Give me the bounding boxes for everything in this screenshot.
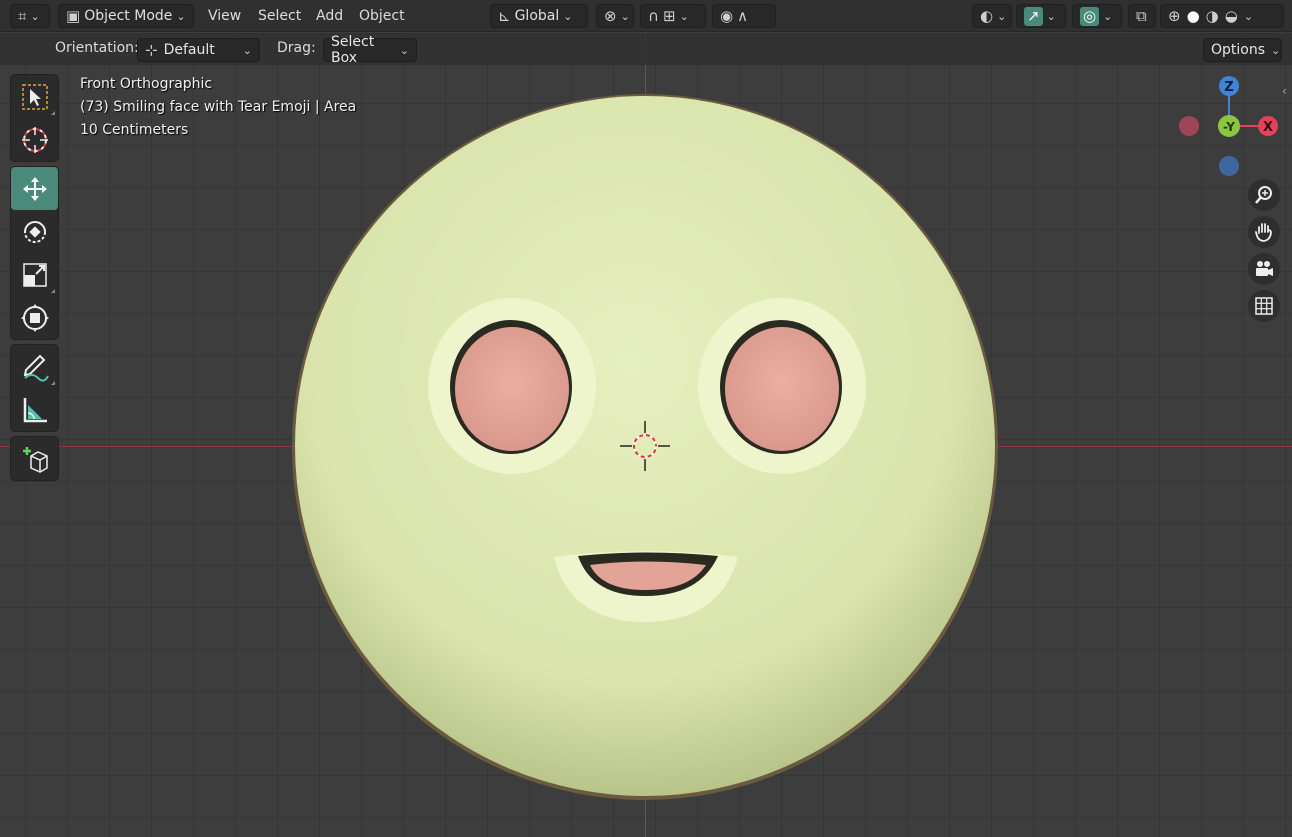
snap-toggle[interactable]: ∩ ⊞ ⌄ xyxy=(640,4,706,28)
measure-ruler-icon xyxy=(23,397,47,422)
measure-tool[interactable] xyxy=(11,388,58,431)
sidebar-toggle-icon[interactable]: ‹ xyxy=(1282,84,1287,98)
cursor-icon xyxy=(21,126,48,153)
drag-dropdown[interactable]: Select Box ⌄ xyxy=(323,34,417,66)
3d-viewport[interactable] xyxy=(0,0,1292,837)
gizmo-z-label: Z xyxy=(1224,80,1233,95)
chevron-down-icon: ⌄ xyxy=(563,9,573,23)
overlays-toggle[interactable]: ◎ ⌄ xyxy=(1072,4,1122,28)
menu-object[interactable]: Object xyxy=(355,4,409,28)
overlays-icon: ◎ xyxy=(1080,6,1100,26)
chevron-down-icon: ⌄ xyxy=(176,9,186,23)
options-label: Options xyxy=(1211,42,1266,58)
menu-select[interactable]: Select xyxy=(254,4,305,28)
toolbar-group-add xyxy=(10,436,59,481)
perspective-toggle-button[interactable] xyxy=(1248,290,1280,322)
wireframe-shading-icon[interactable]: ⊕ xyxy=(1168,8,1181,24)
axes-editor-icon: ⌗ xyxy=(18,6,27,25)
zoom-icon xyxy=(1255,186,1272,204)
object-info: (73) Smiling face with Tear Emoji | Area xyxy=(80,99,357,115)
orientation-gizmo-icon: ⊹ xyxy=(145,40,158,59)
transform-orientation-dropdown[interactable]: ⊾ Global ⌄ xyxy=(490,4,588,28)
link-icon: ⊗ xyxy=(604,6,617,25)
camera-view-button[interactable] xyxy=(1248,253,1280,285)
orientation-field-label: Orientation: xyxy=(55,40,139,56)
add-cube-tool[interactable] xyxy=(11,437,58,480)
annotate-pencil-icon xyxy=(23,354,49,382)
solid-shading-icon[interactable]: ● xyxy=(1187,8,1200,24)
rendered-shading-icon[interactable]: ◒ xyxy=(1225,8,1238,24)
chevron-down-icon[interactable]: ⌄ xyxy=(1244,10,1253,23)
mode-dropdown[interactable]: ▣ Object Mode ⌄ xyxy=(58,4,194,28)
object-mode-icon: ▣ xyxy=(66,6,81,25)
snap-increment-icon: ⊞ xyxy=(662,6,676,25)
toolbar-group-annotate xyxy=(10,344,59,432)
falloff-curve-icon: ∧ xyxy=(737,6,749,25)
drag-field-label: Drag: xyxy=(277,40,316,56)
scale-tool[interactable] xyxy=(11,253,58,296)
scale-icon xyxy=(22,262,47,287)
orientation-label: Global xyxy=(514,8,560,24)
orientation-value: Default xyxy=(163,42,215,58)
chevron-down-icon: ⌄ xyxy=(30,9,40,23)
proportional-edit-icon: ◉ xyxy=(720,6,734,25)
hand-icon xyxy=(1255,223,1272,242)
orientation-axes-icon: ⊾ xyxy=(498,6,511,25)
chevron-down-icon: ⌄ xyxy=(620,9,630,23)
gizmo-x-label: X xyxy=(1263,120,1273,135)
shading-mode-group: ⊕ ● ◑ ◒ ⌄ xyxy=(1160,4,1284,28)
navigation-gizmo[interactable]: Z X -Y xyxy=(1170,70,1285,185)
emoji-model[interactable] xyxy=(0,0,1292,837)
xray-toggle[interactable]: ⧉ xyxy=(1128,4,1156,28)
chevron-down-icon: ⌄ xyxy=(1046,9,1056,23)
menu-add[interactable]: Add xyxy=(312,4,347,28)
eye-icon: ◐ xyxy=(980,6,994,25)
chevron-down-icon: ⌄ xyxy=(1103,9,1113,23)
menu-view[interactable]: View xyxy=(204,4,245,28)
gizmo-neg-z-axis xyxy=(1219,156,1239,176)
transform-icon xyxy=(20,303,49,332)
editor-type-dropdown[interactable]: ⌗ ⌄ xyxy=(10,4,50,28)
move-tool[interactable] xyxy=(11,167,58,210)
orientation-dropdown[interactable]: ⊹ Default ⌄ xyxy=(137,38,260,62)
gizmo-icon: ↗ xyxy=(1024,6,1043,26)
drag-value: Select Box xyxy=(331,34,375,66)
gizmo-toggle[interactable]: ↗ ⌄ xyxy=(1016,4,1066,28)
magnet-icon: ∩ xyxy=(648,6,659,25)
left-eye xyxy=(455,327,569,451)
rotate-tool[interactable] xyxy=(11,210,58,253)
camera-icon xyxy=(1256,261,1273,276)
chevron-down-icon: ⌄ xyxy=(399,43,409,57)
pivot-point-dropdown[interactable]: ⊗ ⌄ xyxy=(596,4,634,28)
material-shading-icon[interactable]: ◑ xyxy=(1206,8,1219,24)
grid-icon xyxy=(1255,297,1273,315)
grid-scale: 10 Centimeters xyxy=(80,122,189,138)
gizmo-y-label: -Y xyxy=(1223,120,1235,134)
select-box-icon xyxy=(21,83,48,110)
zoom-button[interactable] xyxy=(1248,179,1280,211)
chevron-down-icon: ⌄ xyxy=(1271,43,1281,57)
mode-label: Object Mode xyxy=(84,8,173,24)
toolbar-group-select xyxy=(10,74,59,162)
transform-tool[interactable] xyxy=(11,296,58,339)
pan-button[interactable] xyxy=(1248,216,1280,248)
rotate-icon xyxy=(23,220,46,243)
gizmo-neg-x-axis xyxy=(1179,116,1199,136)
chevron-down-icon: ⌄ xyxy=(679,9,689,23)
cursor-tool[interactable] xyxy=(11,118,58,161)
chevron-down-icon: ⌄ xyxy=(997,9,1007,23)
viewport-header: ⌗ ⌄ ▣ Object Mode ⌄ View Select Add Objec… xyxy=(0,0,1292,32)
select-box-tool[interactable] xyxy=(11,75,58,118)
options-dropdown[interactable]: Options ⌄ xyxy=(1203,38,1282,62)
toolbar-group-transform xyxy=(10,166,59,340)
xray-icon: ⧉ xyxy=(1136,6,1147,25)
right-eye xyxy=(725,327,839,451)
chevron-down-icon: ⌄ xyxy=(242,43,252,57)
visibility-dropdown[interactable]: ◐ ⌄ xyxy=(972,4,1012,28)
move-icon xyxy=(22,176,47,201)
proportional-edit-toggle[interactable]: ◉ ∧ xyxy=(712,4,776,28)
view-name: Front Orthographic xyxy=(80,76,213,92)
annotate-tool[interactable] xyxy=(11,345,58,388)
add-cube-icon xyxy=(22,446,48,473)
